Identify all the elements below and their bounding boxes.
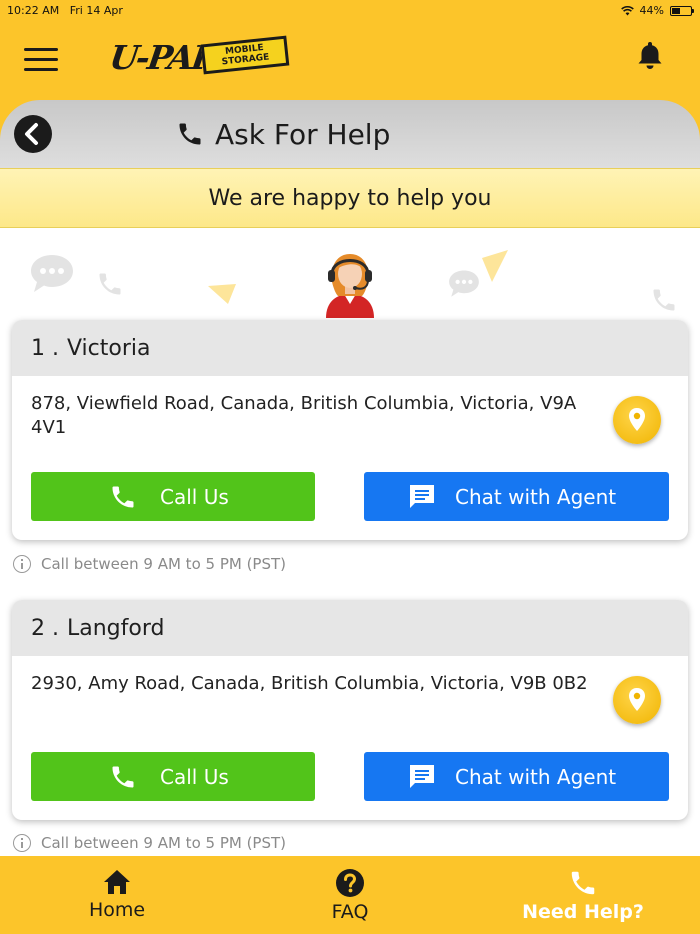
phone-icon — [112, 486, 134, 508]
menu-button[interactable] — [24, 48, 58, 72]
map-pin-button[interactable] — [613, 396, 661, 444]
chat-with-agent-label: Chat with Agent — [455, 764, 617, 789]
call-us-label: Call Us — [160, 764, 229, 789]
phone-icon — [179, 123, 201, 145]
info-icon — [13, 555, 31, 573]
back-button[interactable] — [14, 115, 52, 153]
location-header: 1 . Victoria — [12, 320, 688, 376]
info-icon — [13, 834, 31, 852]
help-banner: We are happy to help you — [0, 168, 700, 228]
location-name: Langford — [66, 615, 165, 641]
tab-need-help[interactable]: Need Help? — [518, 856, 648, 934]
tab-faq-label: FAQ — [331, 901, 369, 923]
battery-percent: 44% — [639, 4, 664, 17]
location-address: 2930, Amy Road, Canada, British Columbia… — [31, 673, 588, 694]
location-header: 2 . Langford — [12, 600, 688, 656]
upak-logo: U-PAK MOBILE STORAGE — [107, 35, 292, 80]
phone-icon — [571, 871, 595, 895]
phone-icon — [112, 766, 134, 788]
status-bar: 10:22 AM Fri 14 Apr 44% — [0, 0, 700, 22]
support-agent-illustration — [326, 254, 374, 318]
chat-bubble-icon — [31, 255, 73, 292]
chat-bubble-icon — [449, 270, 479, 297]
app-header: 10:22 AM Fri 14 Apr 44% U-PAK MOBILE STO… — [0, 0, 700, 100]
tab-need-help-label: Need Help? — [522, 901, 644, 923]
location-address: 878, Viewfield Road, Canada, British Col… — [31, 393, 577, 438]
home-icon — [104, 870, 130, 894]
wifi-icon — [620, 5, 634, 15]
tab-faq[interactable]: FAQ — [315, 856, 385, 934]
page-title: Ask For Help — [215, 118, 391, 151]
location-number: 2 . — [31, 615, 59, 641]
battery-icon — [670, 5, 694, 16]
location-card-langford: 2 . Langford 2930, Amy Road, Canada, Bri… — [12, 600, 688, 820]
chat-with-agent-button[interactable]: Chat with Agent — [364, 472, 669, 521]
status-right: 44% — [620, 4, 694, 17]
call-hours-note: Call between 9 AM to 5 PM (PST) — [13, 555, 286, 573]
call-hours-note: Call between 9 AM to 5 PM (PST) — [13, 834, 286, 852]
chat-with-agent-label: Chat with Agent — [455, 484, 617, 509]
phone-icon — [653, 289, 675, 311]
question-circle-icon — [336, 869, 364, 897]
chat-with-agent-button[interactable]: Chat with Agent — [364, 752, 669, 801]
map-pin-icon — [629, 408, 645, 431]
notification-bell-icon[interactable] — [636, 40, 664, 70]
triangle-decoration — [482, 250, 508, 282]
chevron-left-icon — [25, 123, 38, 145]
map-pin-button[interactable] — [613, 676, 661, 724]
call-us-button[interactable]: Call Us — [31, 472, 315, 521]
map-pin-icon — [629, 688, 645, 711]
call-us-label: Call Us — [160, 484, 229, 509]
status-time: 10:22 AM Fri 14 Apr — [7, 4, 123, 17]
bottom-tab-bar: Home FAQ Need Help? — [0, 856, 700, 934]
location-number: 1 . — [31, 335, 59, 361]
triangle-decoration — [208, 284, 236, 304]
chat-icon — [410, 765, 434, 788]
location-card-victoria: 1 . Victoria 878, Viewfield Road, Canada… — [12, 320, 688, 540]
chat-icon — [410, 485, 434, 508]
phone-icon — [99, 273, 121, 295]
tab-home-label: Home — [88, 899, 146, 921]
tab-home[interactable]: Home — [82, 856, 152, 934]
location-name: Victoria — [66, 335, 151, 361]
call-us-button[interactable]: Call Us — [31, 752, 315, 801]
